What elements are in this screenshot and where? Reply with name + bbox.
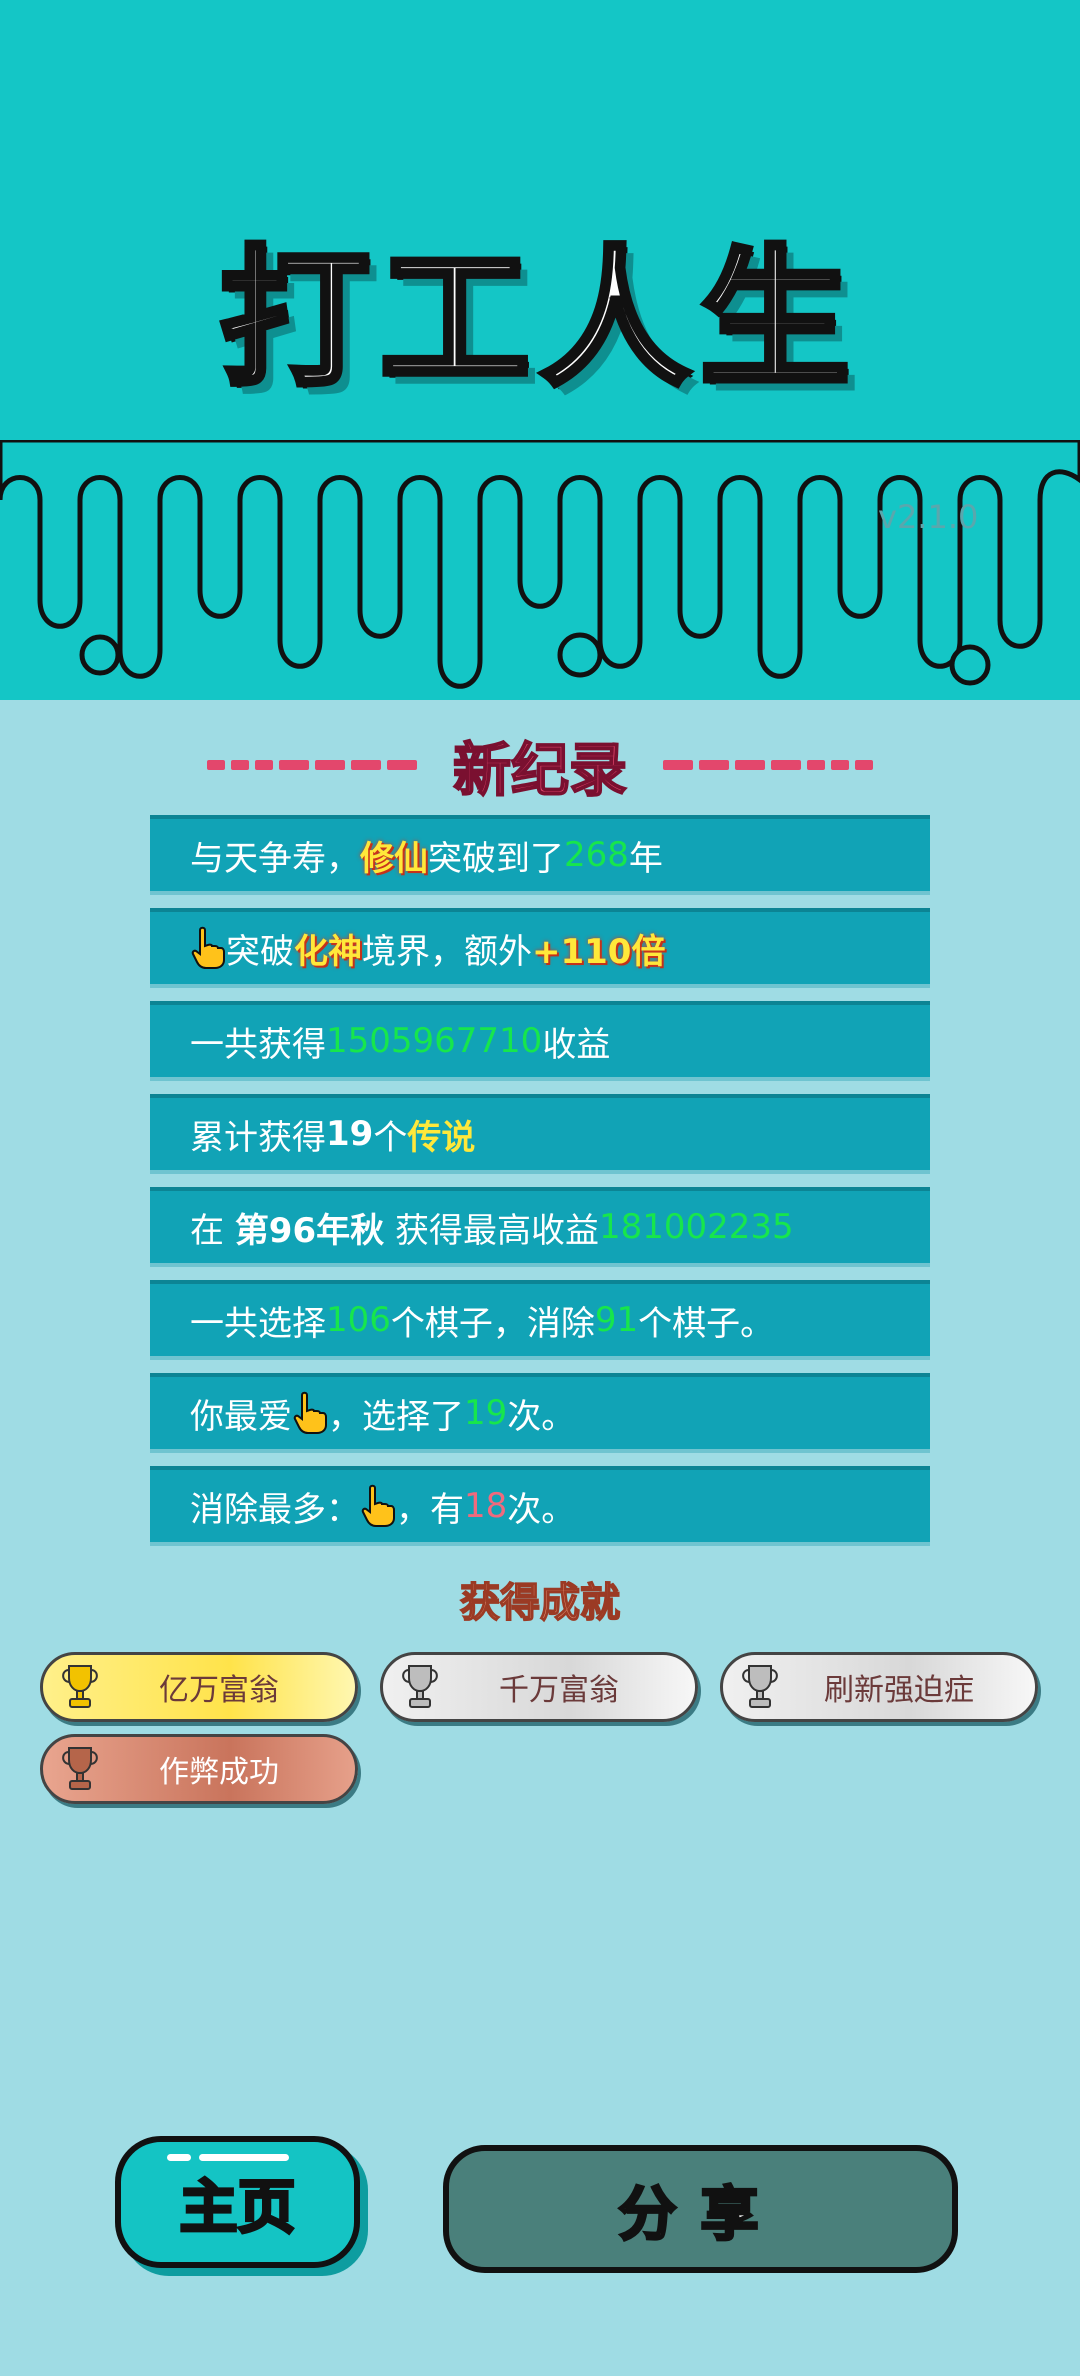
stat-text: 消除最多： bbox=[190, 1489, 360, 1530]
achievement-label: 刷新强迫症 bbox=[824, 1673, 974, 1708]
stat-number: 18 bbox=[464, 1486, 508, 1526]
achievement-label: 千万富翁 bbox=[499, 1673, 619, 1708]
share-button[interactable]: 分享 bbox=[443, 2145, 958, 2273]
stat-text: 你最爱 bbox=[190, 1396, 292, 1437]
stat-text: ，选择了 bbox=[328, 1396, 464, 1437]
stat-text: 突破到了 bbox=[428, 838, 564, 879]
stat-row-legends: 累计获得 19 个 传说 bbox=[150, 1094, 930, 1174]
achievement-label: 亿万富翁 bbox=[159, 1673, 279, 1708]
stat-row-best-income: 在 第96年秋 获得最高收益 181002235 bbox=[150, 1187, 930, 1267]
pointing-hand-icon bbox=[191, 926, 225, 969]
achievement-badge-cheat-success[interactable]: 作弊成功 bbox=[40, 1734, 358, 1804]
home-button[interactable]: 主页 bbox=[115, 2136, 360, 2268]
achievement-label: 作弊成功 bbox=[159, 1755, 279, 1790]
achievement-badge-billionaire[interactable]: 亿万富翁 bbox=[40, 1652, 358, 1722]
new-record-title: 新纪录 bbox=[452, 735, 628, 805]
achievement-badge-millionaire[interactable]: 千万富翁 bbox=[380, 1652, 698, 1722]
pointing-hand-icon bbox=[293, 1391, 327, 1434]
button-gloss bbox=[167, 2154, 191, 2161]
stat-text: 境界，额外 bbox=[362, 931, 532, 972]
drip-decoration bbox=[0, 440, 1080, 689]
trophy-icon bbox=[402, 1665, 438, 1708]
stat-highlight: 传说 bbox=[407, 1117, 476, 1158]
stat-number: 19 bbox=[326, 1114, 374, 1154]
stat-text: 收益 bbox=[542, 1024, 611, 1065]
stat-highlight: 化神 bbox=[294, 931, 362, 972]
stat-number: 91 bbox=[594, 1300, 639, 1340]
stat-text: 年 bbox=[628, 838, 663, 879]
stat-text: 在 bbox=[190, 1210, 235, 1251]
stat-number: 1505967710 bbox=[326, 1021, 543, 1061]
stat-text: 累计获得 bbox=[190, 1117, 326, 1158]
left-dash-decoration bbox=[206, 760, 417, 770]
stat-text: 一共获得 bbox=[190, 1024, 326, 1065]
stat-text: 获得最高收益 bbox=[384, 1210, 599, 1251]
stat-text: 一共选择 bbox=[190, 1303, 326, 1344]
right-dash-decoration bbox=[663, 760, 873, 770]
stat-text: 突破 bbox=[226, 931, 294, 972]
stat-row-realm: 突破 化神 境界，额外 +110倍 bbox=[150, 908, 930, 988]
stat-text: 与天争寿， bbox=[190, 838, 360, 879]
stat-highlight: +110倍 bbox=[532, 931, 666, 972]
button-gloss bbox=[199, 2154, 289, 2161]
achievements-title: 获得成就 bbox=[459, 1579, 621, 1627]
stat-row-pieces: 一共选择 106 个棋子，消除 91 个棋子。 bbox=[150, 1280, 930, 1360]
home-button-label: 主页 bbox=[178, 2172, 297, 2243]
trophy-icon bbox=[62, 1747, 98, 1790]
stat-row-lifespan: 与天争寿， 修仙 突破到了 268 年 bbox=[150, 815, 930, 895]
share-button-label: 分享 bbox=[617, 2179, 783, 2250]
stat-season: 第96年秋 bbox=[234, 1210, 385, 1251]
trophy-icon bbox=[62, 1665, 98, 1708]
stat-number: 181002235 bbox=[598, 1207, 794, 1247]
pointing-hand-icon bbox=[361, 1484, 395, 1527]
game-title: 打工人生 bbox=[217, 233, 860, 407]
stat-highlight: 修仙 bbox=[360, 838, 428, 879]
stat-text: 次。 bbox=[507, 1396, 576, 1437]
stat-text: 次。 bbox=[507, 1489, 576, 1530]
stat-row-favorite: 你最爱 ，选择了 19 次。 bbox=[150, 1373, 930, 1453]
trophy-icon bbox=[742, 1665, 778, 1708]
stat-text: 个 bbox=[373, 1117, 408, 1158]
stat-row-income: 一共获得 1505967710 收益 bbox=[150, 1001, 930, 1081]
stat-text: ，有 bbox=[396, 1489, 464, 1530]
new-record-header: 新纪录 bbox=[0, 730, 1080, 805]
achievement-badge-refresh-ocd[interactable]: 刷新强迫症 bbox=[720, 1652, 1038, 1722]
stat-row-most-eliminated: 消除最多： ，有 18 次。 bbox=[150, 1466, 930, 1546]
stat-number: 19 bbox=[464, 1393, 508, 1433]
version-label: v2.1.0 bbox=[878, 498, 979, 536]
stat-number: 268 bbox=[564, 835, 629, 875]
stat-text: 个棋子，消除 bbox=[390, 1303, 595, 1344]
stats-list: 与天争寿， 修仙 突破到了 268 年 突破 化神 境界，额外 +110倍 一共… bbox=[150, 815, 930, 1559]
stat-number: 106 bbox=[326, 1300, 391, 1340]
stat-text: 个棋子。 bbox=[638, 1303, 775, 1344]
